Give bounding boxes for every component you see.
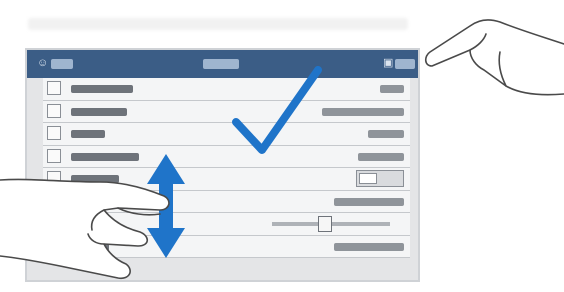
checkmark-icon — [232, 66, 322, 154]
gesture-overlay — [0, 19, 564, 280]
right-hand-touch-icon — [424, 19, 564, 96]
left-hand-swipe-icon — [0, 178, 170, 280]
